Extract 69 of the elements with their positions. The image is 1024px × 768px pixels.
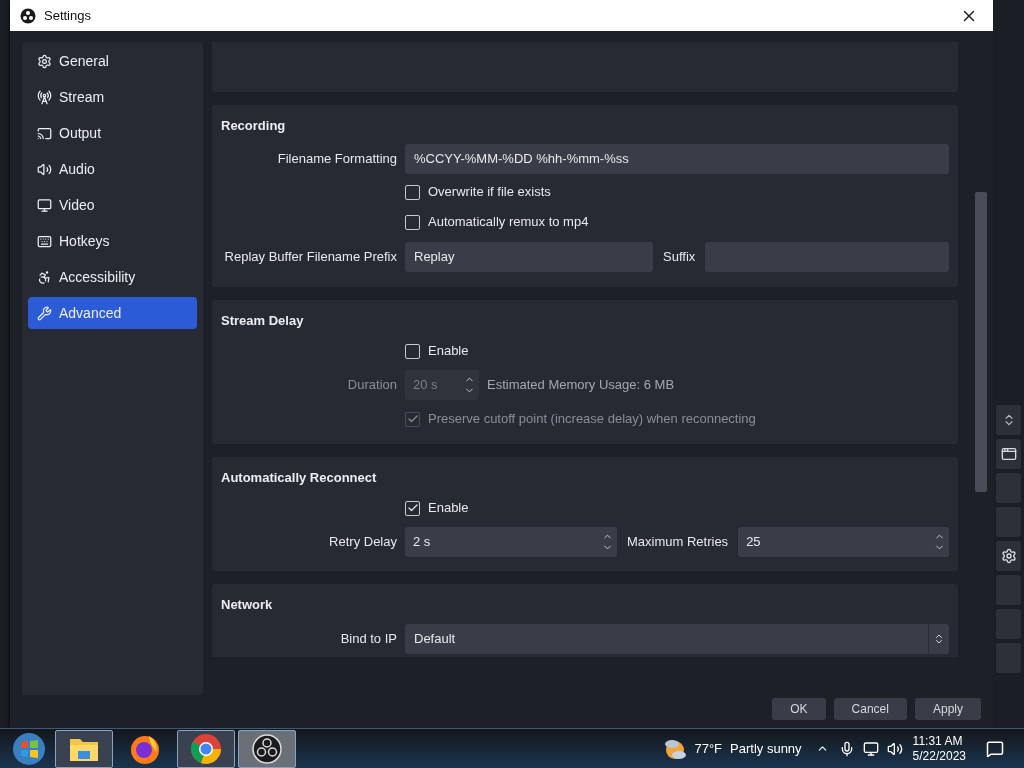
sidebar-item[interactable]: Video [28,189,197,221]
wrench-icon [37,305,52,321]
volume-icon[interactable] [886,740,903,757]
gear-icon [37,53,52,69]
dialog-button[interactable]: Cancel [833,698,907,720]
dialog-button[interactable]: OK [772,698,826,720]
field-value: 25 [746,533,762,552]
checkbox-label: Enable [428,342,469,361]
memory-note: Estimated Memory Usage: 6 MB [487,376,675,395]
check-icon [406,502,419,514]
antenna-icon [37,89,52,105]
keyboard-icon [37,233,52,249]
scrollbar-thumb[interactable] [975,192,987,492]
checkbox-label: Overwrite if file exists [428,183,551,202]
sidebar-item[interactable]: Hotkeys [28,225,197,257]
field-label: Maximum Retries [626,533,730,552]
field-label: Duration [347,376,397,395]
weather-temperature: 77°F [694,739,723,758]
clock-date[interactable]: 5/22/2023 [912,748,966,764]
field-value: 2 s [413,533,432,552]
section-title: Stream Delay [221,312,304,331]
settings-icon [1000,548,1017,564]
windows-icon [1000,446,1017,462]
weather-condition: Partly sunny [730,739,802,758]
field-label: Bind to IP [340,630,397,649]
taskbar-button[interactable] [55,729,113,768]
field-value: 20 s [413,376,439,395]
taskbar-button[interactable] [238,729,296,768]
field-label: Replay Buffer Filename Prefix [224,248,397,267]
cast-icon [37,125,52,141]
network-icon[interactable] [862,740,879,757]
sidebar-item[interactable]: General [28,45,197,77]
dock-button[interactable] [996,541,1021,571]
window-title: Settings [44,6,92,25]
spin-field[interactable]: 25 [738,527,949,557]
section-title: Network [221,596,273,615]
dropdown[interactable]: Default [405,624,949,654]
app-logo-icon [20,7,36,24]
field-label: Filename Formatting [277,150,397,169]
dock-button[interactable] [996,439,1021,469]
field-label: Suffix [662,248,697,267]
text-field[interactable]: %CCYY-%MM-%DD %hh-%mm-%ss [405,144,949,174]
field-label: Retry Delay [329,533,397,552]
sidebar-item[interactable]: Audio [28,153,197,185]
section-title: Automatically Reconnect [221,469,377,488]
dialog-button[interactable]: Apply [914,698,981,720]
windows-orb-icon [12,731,46,766]
taskbar-button[interactable] [177,729,235,768]
monitor-icon [37,197,52,213]
checkbox-label: Automatically remux to mp4 [428,213,589,232]
clock-time[interactable]: 11:31 AM [912,733,963,749]
text-field[interactable]: Replay [405,242,653,272]
notification-icon[interactable] [986,739,1004,758]
sidebar-item[interactable]: Advanced [28,297,197,329]
checkbox-label: Preserve cutoff point (increase delay) when reconnecting [428,410,756,429]
accessibility-icon [37,269,52,285]
check-icon [406,413,419,425]
chrome-icon [190,732,222,765]
section-title: Recording [221,117,286,136]
obs-icon [252,733,282,764]
sidebar-item[interactable]: Accessibility [28,261,197,293]
dock-button[interactable] [996,405,1021,435]
chevron-icon [933,633,945,645]
weather-icon [663,737,688,760]
speaker-icon [37,161,52,177]
sidebar-item[interactable]: Stream [28,81,197,113]
sidebar-item[interactable]: Output [28,117,197,149]
spin-field[interactable]: 2 s [405,527,617,557]
checkbox-label: Enable [428,499,469,518]
